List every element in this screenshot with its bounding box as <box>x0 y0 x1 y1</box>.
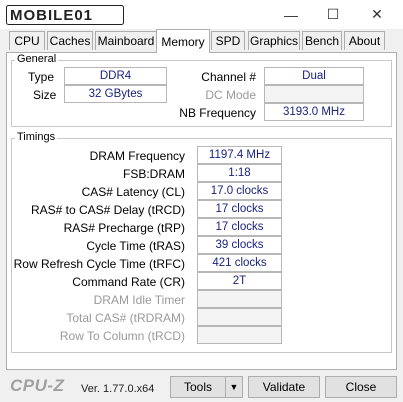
tab-about[interactable]: About <box>344 31 385 50</box>
tab-graphics[interactable]: Graphics <box>248 31 300 50</box>
svg-text:MOBILE01: MOBILE01 <box>10 7 93 24</box>
tab-spd[interactable]: SPD <box>211 31 245 50</box>
dc-mode-label: DC Mode <box>205 88 256 102</box>
timing-label: Row Refresh Cycle Time (tRFC) <box>13 257 185 271</box>
general-legend: General <box>15 53 59 65</box>
dc-mode-value <box>264 85 364 103</box>
timing-value: 2T <box>197 272 282 290</box>
timing-label: Command Rate (CR) <box>72 275 185 289</box>
timing-label: DRAM Idle Timer <box>93 293 185 307</box>
tab-caches[interactable]: Caches <box>47 31 93 50</box>
timing-value: 421 clocks <box>197 254 282 272</box>
timing-value: 1197.4 MHz <box>197 146 282 164</box>
timing-label: CAS# Latency (CL) <box>81 185 185 199</box>
nb-frequency-value: 3193.0 MHz <box>264 103 364 121</box>
tools-dropdown-button[interactable]: ▼ <box>225 376 243 398</box>
timing-value: 17 clocks <box>197 200 282 218</box>
timing-label: RAS# to CAS# Delay (tRCD) <box>30 203 185 217</box>
tab-cpu[interactable]: CPU <box>9 31 45 50</box>
timing-value <box>197 290 282 308</box>
timing-value: 39 clocks <box>197 236 282 254</box>
channel-label: Channel # <box>201 70 256 84</box>
type-label: Type <box>28 70 55 84</box>
timing-value <box>197 308 282 326</box>
channel-value: Dual <box>264 67 364 85</box>
timing-label: RAS# Precharge (tRP) <box>63 221 185 235</box>
timing-value: 1:18 <box>197 164 282 182</box>
minimize-icon[interactable]: — <box>273 0 309 29</box>
size-label: Size <box>33 88 57 102</box>
timing-value: 17.0 clocks <box>197 182 282 200</box>
timing-label: Total CAS# (tRDRAM) <box>66 311 185 325</box>
close-button[interactable]: Close <box>325 376 397 398</box>
tab-bench[interactable]: Bench <box>302 31 342 50</box>
mobile01-logo: MOBILE01 <box>6 5 124 25</box>
version-text: Ver. 1.77.0.x64 <box>81 383 155 395</box>
timing-label: FSB:DRAM <box>122 167 185 181</box>
tab-memory[interactable]: Memory <box>156 29 210 53</box>
timing-label: DRAM Frequency <box>89 149 185 163</box>
maximize-icon[interactable]: ☐ <box>315 0 351 29</box>
tab-mainboard[interactable]: Mainboard <box>95 31 157 50</box>
chevron-down-icon: ▼ <box>229 382 239 392</box>
timings-legend: Timings <box>15 131 58 143</box>
timing-value: 17 clocks <box>197 218 282 236</box>
type-value: DDR4 <box>64 67 167 85</box>
validate-button[interactable]: Validate <box>248 376 320 398</box>
cpu-z-brand: CPU-Z <box>10 376 65 395</box>
tools-button[interactable]: Tools <box>170 376 226 398</box>
timing-label: Cycle Time (tRAS) <box>86 239 185 253</box>
nb-frequency-label: NB Frequency <box>179 106 256 120</box>
close-window-icon[interactable]: ✕ <box>359 0 395 29</box>
timing-value <box>197 326 282 344</box>
timing-label: Row To Column (tRCD) <box>59 329 185 343</box>
size-value: 32 GBytes <box>64 85 167 103</box>
